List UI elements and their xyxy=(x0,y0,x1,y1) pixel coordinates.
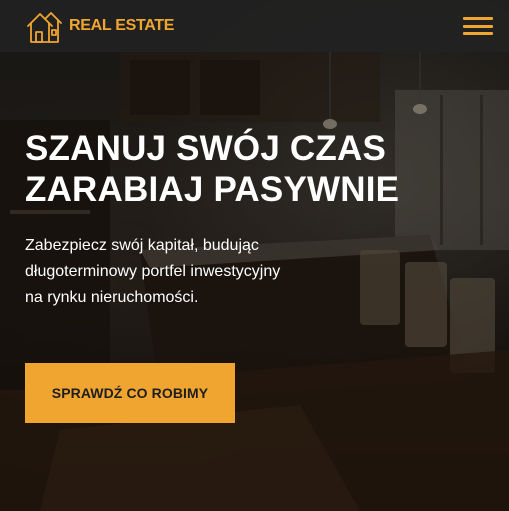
hamburger-menu-icon-bar xyxy=(463,24,493,28)
brand-name: REAL ESTATE xyxy=(69,17,175,34)
cta-check-what-we-do-button[interactable]: SPRAWDŹ CO ROBIMY xyxy=(25,363,235,423)
house-outline-icon xyxy=(27,12,62,43)
hamburger-menu-icon-bar xyxy=(463,32,493,35)
hamburger-menu-button[interactable] xyxy=(463,15,493,37)
hero-title-line-2: ZARABIAJ PASYWNIE xyxy=(25,170,400,209)
landing-page: REAL ESTATE SZANUJ SWÓJ CZAS ZARABIAJ PA… xyxy=(0,0,509,511)
hero-title: SZANUJ SWÓJ CZAS ZARABIAJ PASYWNIE xyxy=(25,128,495,210)
hero-title-line-1: SZANUJ SWÓJ CZAS xyxy=(25,129,387,168)
hero-description: Zabezpiecz swój kapitał, budując długote… xyxy=(25,237,281,306)
hamburger-menu-icon-bar xyxy=(463,17,493,20)
brand-logo-link[interactable]: REAL ESTATE xyxy=(25,7,174,45)
site-header: REAL ESTATE xyxy=(0,0,509,52)
